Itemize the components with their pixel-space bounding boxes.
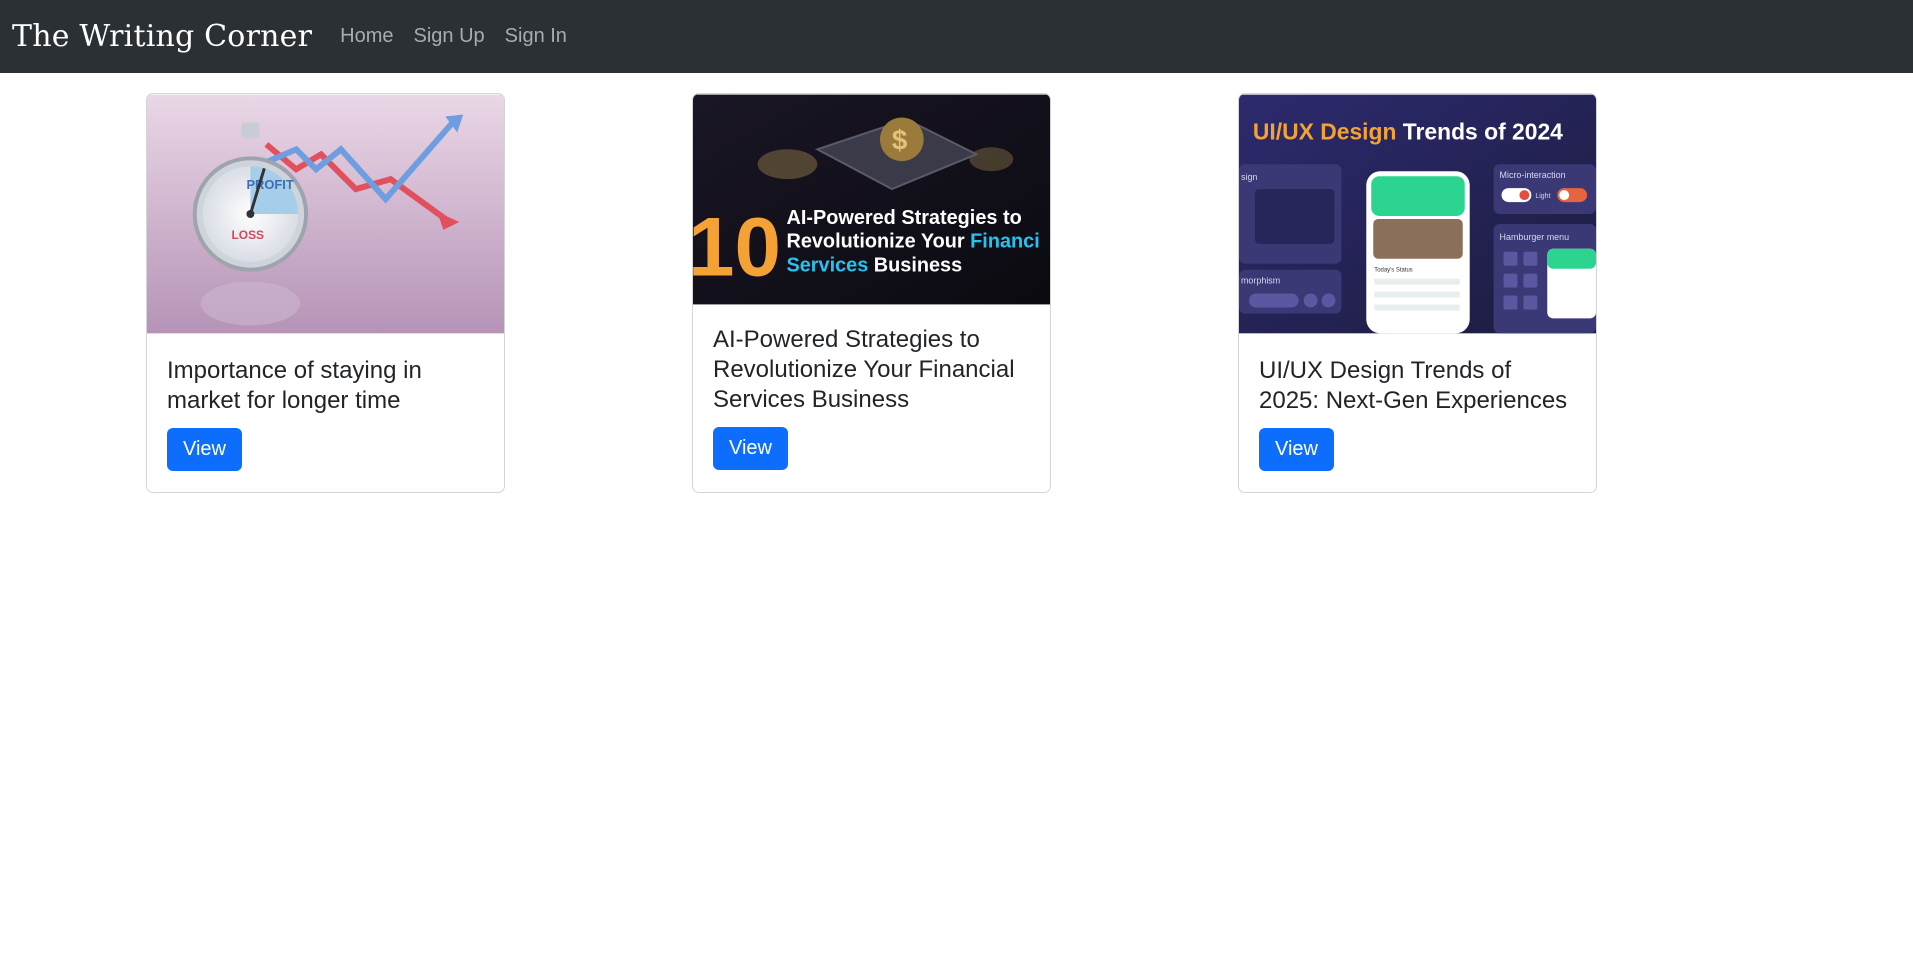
post-grid: PROFIT LOSS Importance of staying in mar… [0,73,1913,976]
thumbnail-label-status: Today's Status [1374,268,1413,274]
gauge-label-loss: LOSS [232,228,265,242]
thumbnail-line1: AI-Powered Strategies to [786,207,1021,229]
thumbnail-label-sign: sign [1241,172,1257,182]
post-thumbnail-uiux: UI/UX Design Trends of 2024 sign morphis… [1239,94,1596,334]
thumbnail-heading-accent: UI/UX Design [1253,118,1397,144]
view-button[interactable]: View [1259,428,1334,471]
svg-text:UI/UX Design Trends of 2024: UI/UX Design Trends of 2024 [1253,118,1563,144]
post-thumbnail-stopwatch: PROFIT LOSS [147,94,504,334]
svg-text:Services Business: Services Business [786,255,962,277]
post-title: Importance of staying in market for long… [167,357,422,414]
post-card: $ 10 AI-Powered Strategies to Revolution… [692,93,1051,493]
post-thumbnail-ai-finance: $ 10 AI-Powered Strategies to Revolution… [693,94,1050,305]
view-button[interactable]: View [167,428,242,471]
post-card: UI/UX Design Trends of 2024 sign morphis… [1238,93,1597,493]
thumbnail-line3-accent: Services [786,255,868,277]
thumbnail-label-hamburger: Hamburger menu [1500,232,1570,242]
gauge-label-profit: PROFIT [246,177,293,192]
post-title: UI/UX Design Trends of 2025: Next-Gen Ex… [1259,357,1568,414]
card-body: Importance of staying in market for long… [147,334,504,471]
thumbnail-number: 10 [693,200,781,294]
card-body: UI/UX Design Trends of 2025: Next-Gen Ex… [1239,334,1596,471]
thumbnail-heading: Trends of 2024 [1396,118,1563,144]
brand-logo[interactable]: The Writing Corner [12,19,312,54]
svg-text:$: $ [892,124,908,155]
top-navbar: The Writing Corner Home Sign Up Sign In [0,0,1913,73]
thumbnail-label-micro: Micro-interaction [1500,170,1566,180]
svg-text:Revolutionize Your Financi: Revolutionize Your Financi [786,231,1039,253]
card-body: AI-Powered Strategies to Revolutionize Y… [693,305,1050,470]
view-button[interactable]: View [713,427,788,470]
post-title: AI-Powered Strategies to Revolutionize Y… [713,326,1015,413]
thumbnail-label-light: Light [1535,193,1550,200]
thumbnail-line2-accent: Financi [970,231,1040,253]
thumbnail-line2: Revolutionize Your [786,231,970,253]
nav-link-sign-up[interactable]: Sign Up [414,25,485,48]
nav-link-home[interactable]: Home [340,25,393,48]
thumbnail-label-morphism: morphism [1241,276,1280,286]
thumbnail-line3: Business [868,255,962,277]
nav-link-sign-in[interactable]: Sign In [505,25,567,48]
post-card: PROFIT LOSS Importance of staying in mar… [146,93,505,493]
